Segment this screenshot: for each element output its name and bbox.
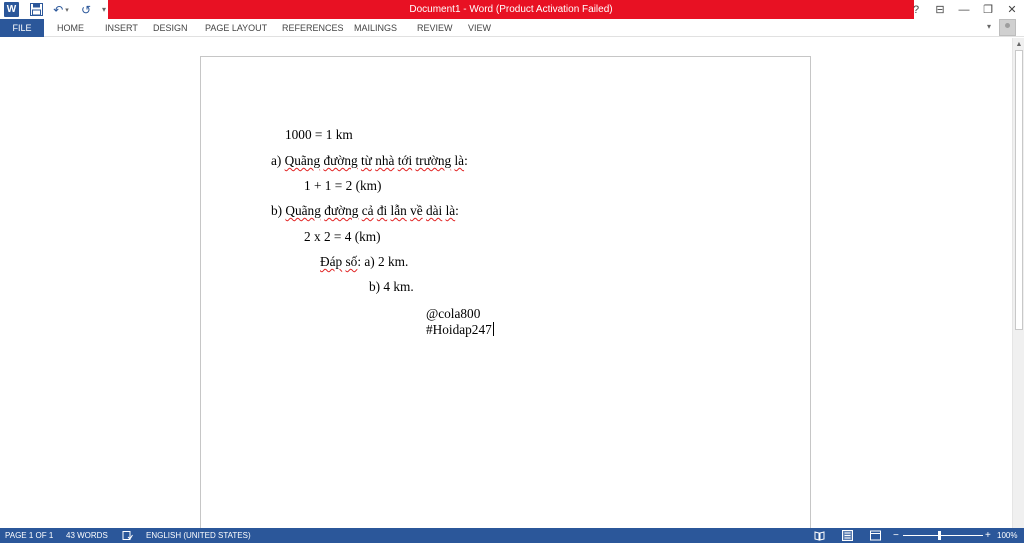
read-mode-icon[interactable] xyxy=(814,530,825,541)
tab-insert[interactable]: INSERT xyxy=(105,19,138,37)
doc-text: b) xyxy=(271,203,286,218)
print-layout-icon[interactable] xyxy=(842,530,853,541)
window-title: Document1 - Word (Product Activation Fai… xyxy=(108,0,914,19)
word-app-icon[interactable]: W xyxy=(4,2,19,17)
document-workspace: 1000 = 1 km a) Quãng đường từ nhà tới tr… xyxy=(0,38,1012,536)
spelling-error[interactable]: tới xyxy=(398,153,412,168)
zoom-in-button[interactable]: + xyxy=(985,528,991,543)
tab-file[interactable]: FILE xyxy=(0,19,44,37)
tab-view[interactable]: VIEW xyxy=(468,19,491,37)
spelling-error[interactable]: là xyxy=(446,203,456,218)
undo-button[interactable]: ↶ ▾ xyxy=(50,1,72,18)
doc-line-2: a) Quãng đường từ nhà tới trường là: xyxy=(271,153,468,169)
doc-line-6: Đáp số: a) 2 km. xyxy=(320,254,408,270)
undo-dropdown-icon[interactable]: ▾ xyxy=(65,6,69,14)
minimize-button[interactable]: — xyxy=(952,0,976,19)
account-dropdown-icon[interactable]: ▾ xyxy=(987,22,991,31)
chevron-up-icon: ▲ xyxy=(1015,40,1023,48)
save-icon xyxy=(29,3,43,16)
doc-line-9: #Hoidap247 xyxy=(426,322,494,338)
text-cursor xyxy=(492,322,494,336)
repeat-icon: ↺ xyxy=(80,2,92,17)
spelling-error[interactable]: số xyxy=(345,254,357,269)
spelling-error[interactable]: là xyxy=(454,153,464,168)
scrollbar-thumb[interactable] xyxy=(1015,50,1023,330)
title-bar: W ↶ ▾ ↺ ▾ Document1 - Word (Product Acti… xyxy=(0,0,1024,19)
spelling-error[interactable]: Đáp xyxy=(320,254,342,269)
spelling-error[interactable]: đi xyxy=(377,203,387,218)
undo-icon: ↶ xyxy=(53,2,64,17)
spelling-error[interactable]: cả xyxy=(362,203,374,218)
close-icon: ✕ xyxy=(1007,4,1017,16)
doc-line-8: @cola800 xyxy=(426,306,481,321)
spelling-error[interactable]: trường xyxy=(415,153,451,168)
web-layout-icon[interactable] xyxy=(870,530,881,541)
save-button[interactable] xyxy=(28,1,44,18)
tab-page-layout[interactable]: PAGE LAYOUT xyxy=(205,19,267,37)
scroll-up-button[interactable]: ▲ xyxy=(1013,38,1024,50)
page-count[interactable]: PAGE 1 OF 1 xyxy=(5,528,53,543)
ribbon-display-options-button[interactable]: ⊟ xyxy=(928,0,952,19)
close-button[interactable]: ✕ xyxy=(1000,0,1024,19)
doc-line-4: b) Quãng đường cả đi lẫn về dài là: xyxy=(271,203,459,219)
restore-icon: ❐ xyxy=(983,4,993,16)
customize-qat-button[interactable]: ▾ xyxy=(100,1,108,18)
doc-line-5: 2 x 2 = 4 (km) xyxy=(304,229,381,244)
doc-text: a) xyxy=(271,153,285,168)
tab-home[interactable]: HOME xyxy=(57,19,84,37)
restore-button[interactable]: ❐ xyxy=(976,0,1000,19)
window-controls: ? ⊟ — ❐ ✕ xyxy=(904,0,1024,19)
zoom-slider-thumb[interactable] xyxy=(938,531,941,540)
vertical-scrollbar[interactable]: ▲ xyxy=(1012,38,1024,528)
help-button[interactable]: ? xyxy=(904,0,928,19)
doc-text: #Hoidap247 xyxy=(426,322,492,337)
ribbon-display-icon: ⊟ xyxy=(935,4,945,16)
tab-mailings[interactable]: MAILINGS xyxy=(354,19,397,37)
doc-line-7: b) 4 km. xyxy=(369,279,414,294)
doc-text: : a) 2 km. xyxy=(357,254,409,269)
spelling-error[interactable]: đường xyxy=(323,153,357,168)
doc-line-3: 1 + 1 = 2 (km) xyxy=(304,178,382,193)
minimize-icon: — xyxy=(958,3,970,16)
spelling-error[interactable]: dài xyxy=(426,203,442,218)
help-icon: ? xyxy=(912,3,920,16)
spelling-error[interactable]: đường xyxy=(324,203,358,218)
language-indicator[interactable]: ENGLISH (UNITED STATES) xyxy=(146,528,251,543)
word-count[interactable]: 43 WORDS xyxy=(66,528,108,543)
spelling-error[interactable]: từ xyxy=(361,153,372,168)
status-bar: PAGE 1 OF 1 43 WORDS ENGLISH (UNITED STA… xyxy=(0,528,1024,543)
zoom-out-button[interactable]: − xyxy=(893,528,899,543)
zoom-slider-track[interactable] xyxy=(903,535,983,536)
tab-references[interactable]: REFERENCES xyxy=(282,19,344,37)
proofing-icon[interactable] xyxy=(122,530,133,541)
zoom-level[interactable]: 100% xyxy=(997,528,1017,543)
doc-text: : xyxy=(455,203,459,218)
spelling-error[interactable]: về xyxy=(410,203,423,218)
spelling-error[interactable]: Quãng xyxy=(285,203,320,218)
document-page[interactable]: 1000 = 1 km a) Quãng đường từ nhà tới tr… xyxy=(200,56,811,536)
tab-design[interactable]: DESIGN xyxy=(153,19,188,37)
doc-text: : xyxy=(464,153,468,168)
doc-line-1: 1000 = 1 km xyxy=(285,127,353,142)
account-avatar[interactable] xyxy=(999,19,1016,36)
tab-review[interactable]: REVIEW xyxy=(417,19,453,37)
spelling-error[interactable]: lẫn xyxy=(391,203,407,218)
ribbon-tabs: FILE HOME INSERT DESIGN PAGE LAYOUT REFE… xyxy=(0,19,1024,37)
customize-qat-icon: ▾ xyxy=(101,5,106,14)
repeat-button[interactable]: ↺ xyxy=(78,1,94,18)
spelling-error[interactable]: Quãng xyxy=(285,153,320,168)
spelling-error[interactable]: nhà xyxy=(375,153,394,168)
